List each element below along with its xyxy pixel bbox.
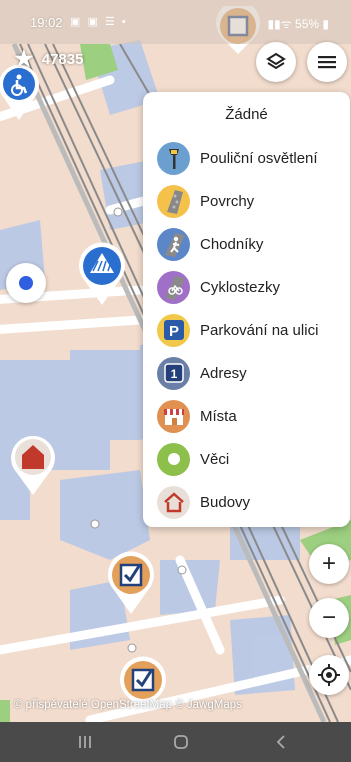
- star-count-value: 47835: [41, 50, 84, 68]
- battery-icon: ▮: [322, 17, 329, 31]
- notification-icons: ▣ ▣ ☰ •: [70, 16, 128, 28]
- map-attribution[interactable]: © přispěvatelé OpenStreetMap © JawgMaps: [14, 699, 242, 711]
- menu-item-things[interactable]: Věci: [157, 439, 347, 479]
- layers-button[interactable]: [256, 42, 296, 82]
- system-navigation-bar: [0, 722, 351, 762]
- overlay-selection-menu: Žádné Pouliční osvětlení Povrchy Chodník…: [143, 92, 350, 527]
- menu-item-surfaces[interactable]: Povrchy: [157, 181, 347, 221]
- home-icon: [174, 735, 188, 749]
- battery-text: 55%: [295, 17, 320, 31]
- status-time: 19:02: [30, 15, 63, 30]
- menu-item-none[interactable]: Žádné: [143, 106, 350, 123]
- signal-icon: ▮▮ᯤ: [267, 17, 296, 31]
- pedestrian-crossing-icon: [79, 242, 125, 305]
- star-icon: ★: [14, 46, 34, 71]
- street-lamp-icon: [157, 141, 190, 175]
- star-counter[interactable]: ★ 47835: [14, 46, 83, 72]
- building-icon: [11, 435, 55, 495]
- status-right: ▮▮ᯤ 55% ▮: [268, 15, 329, 32]
- menu-item-street-lighting[interactable]: Pouliční osvětlení: [157, 138, 347, 178]
- locate-me-button[interactable]: [309, 655, 349, 695]
- map-view[interactable]: 19:02 ▣ ▣ ☰ • ▮▮ᯤ 55% ▮ ★ 47835 Žádné Po…: [0, 0, 351, 722]
- menu-item-label: Adresy: [200, 364, 247, 382]
- menu-item-addresses[interactable]: 1 Adresy: [157, 353, 347, 393]
- menu-item-label: Pouliční osvětlení: [200, 149, 318, 167]
- menu-item-cycleways[interactable]: Cyklostezky: [157, 267, 347, 307]
- shop-icon: [157, 399, 190, 433]
- crosswalk-quest-pin[interactable]: [78, 241, 126, 307]
- pedestrian-icon: [157, 227, 190, 261]
- layers-icon: [266, 52, 286, 70]
- back-icon: [276, 735, 285, 749]
- menu-item-street-parking[interactable]: P Parkování na ulici: [157, 310, 347, 350]
- address-icon: 1: [157, 356, 190, 390]
- crosshair-icon: [318, 664, 340, 686]
- my-location-marker[interactable]: [6, 263, 46, 303]
- menu-item-sidewalks[interactable]: Chodníky: [157, 224, 347, 264]
- zoom-in-button[interactable]: +: [309, 544, 349, 584]
- recent-apps-icon: [79, 736, 91, 748]
- main-menu-button[interactable]: [307, 42, 347, 82]
- menu-item-buildings[interactable]: Budovy: [157, 482, 347, 522]
- parking-icon: P: [157, 313, 190, 347]
- menu-item-places[interactable]: Místa: [157, 396, 347, 436]
- status-bar: 19:02 ▣ ▣ ☰ • ▮▮ᯤ 55% ▮: [0, 0, 351, 44]
- things-icon: [157, 442, 190, 476]
- recent-apps-button[interactable]: [70, 732, 100, 752]
- checkbox-icon: [108, 551, 154, 614]
- zoom-out-label: −: [321, 604, 336, 631]
- zoom-in-label: +: [321, 550, 336, 577]
- building-icon: [157, 485, 190, 519]
- svg-text:1: 1: [170, 367, 177, 381]
- zoom-out-button[interactable]: −: [309, 598, 349, 638]
- menu-item-label: Povrchy: [200, 192, 255, 210]
- menu-item-label: Parkování na ulici: [200, 321, 319, 339]
- home-button[interactable]: [166, 732, 196, 752]
- menu-item-label: Cyklostezky: [200, 278, 281, 296]
- menu-item-label: Budovy: [200, 493, 251, 511]
- surface-icon: [157, 184, 190, 218]
- menu-item-label: Místa: [200, 407, 237, 425]
- building-quest-pin[interactable]: [10, 433, 56, 497]
- checkbox-quest-pin[interactable]: [107, 550, 155, 616]
- back-button[interactable]: [266, 732, 296, 752]
- menu-item-label: Věci: [200, 450, 230, 468]
- bicycle-icon: [157, 270, 190, 304]
- hamburger-menu-icon: [318, 56, 336, 69]
- svg-text:P: P: [168, 323, 178, 340]
- menu-item-label: Chodníky: [200, 235, 264, 253]
